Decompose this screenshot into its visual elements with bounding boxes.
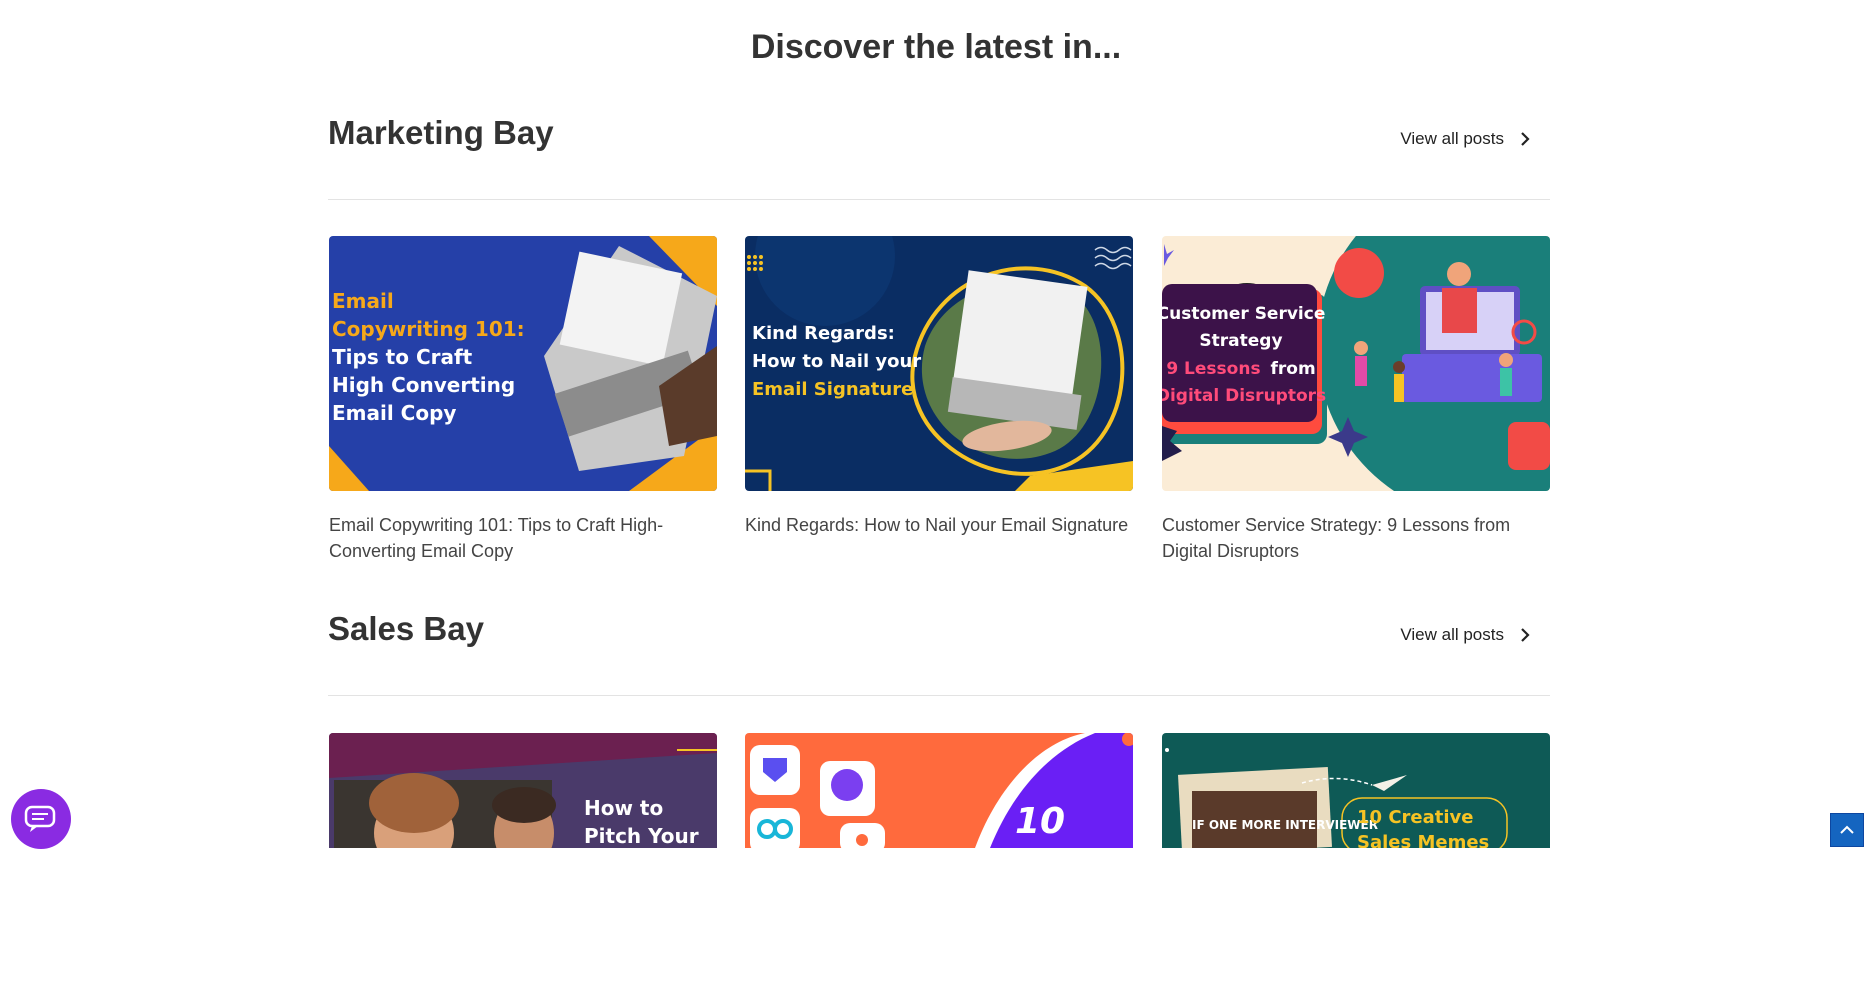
thumb-text: Email Signature: [752, 379, 913, 400]
svg-text:9 Lessons from: 9 Lessons from: [1166, 359, 1315, 379]
post-title[interactable]: Email Copywriting 101: Tips to Craft Hig…: [329, 512, 717, 564]
post-thumbnail[interactable]: Email Copywriting 101: Tips to Craft Hig…: [329, 236, 717, 491]
view-all-posts-link[interactable]: View all posts: [1400, 129, 1532, 149]
section-heading: Sales Bay: [328, 610, 484, 647]
thumb-text: 10: [1015, 801, 1065, 842]
post-card[interactable]: Kind Regards: How to Nail your Email Sig…: [745, 236, 1133, 538]
post-thumbnail[interactable]: 10: [745, 733, 1133, 988]
thumb-text: Sales Memes: [1357, 832, 1489, 848]
arrow-up-icon: [1840, 825, 1854, 834]
post-title[interactable]: Customer Service Strategy: 9 Lessons fro…: [1162, 512, 1550, 564]
section-divider: [328, 695, 1550, 696]
thumb-text: Tips to Craft: [332, 345, 473, 369]
thumb-text: Copywriting 101:: [332, 317, 525, 341]
post-card[interactable]: IF ONE MORE INTERVIEWER 10 Creative Sale…: [1162, 733, 1550, 988]
chevron-right-icon: [1521, 628, 1530, 642]
thumb-text: High Converting: [332, 373, 515, 397]
post-thumbnail[interactable]: IF ONE MORE INTERVIEWER 10 Creative Sale…: [1162, 733, 1550, 988]
thumb-text: Pitch Your: [584, 824, 699, 848]
thumb-text: Kind Regards:: [752, 323, 895, 344]
post-card[interactable]: Email Copywriting 101: Tips to Craft Hig…: [329, 236, 717, 564]
chat-bubble-icon: [24, 805, 56, 832]
thumb-text: from: [1270, 359, 1315, 379]
post-card[interactable]: How to Pitch Your: [329, 733, 717, 988]
post-card[interactable]: Customer Service Strategy 9 Lessons from…: [1162, 236, 1550, 564]
thumb-text: Email Copy: [332, 401, 456, 425]
post-card[interactable]: 10: [745, 733, 1133, 988]
thumb-text: How to: [584, 796, 663, 820]
post-title[interactable]: Kind Regards: How to Nail your Email Sig…: [745, 512, 1133, 538]
section-sales-bay: Sales Bay View all posts How to Pitch Yo…: [328, 610, 1550, 848]
thumb-text: 10 Creative: [1357, 807, 1473, 828]
post-thumbnail[interactable]: Kind Regards: How to Nail your Email Sig…: [745, 236, 1133, 491]
post-thumbnail[interactable]: How to Pitch Your: [329, 733, 717, 988]
scroll-to-top-button[interactable]: [1830, 813, 1864, 847]
thumb-text: 9 Lessons: [1166, 359, 1260, 379]
page-title: Discover the latest in...: [750, 28, 1122, 66]
section-heading: Marketing Bay: [328, 114, 554, 151]
thumb-text: Digital Disruptors: [1162, 386, 1326, 406]
view-all-label: View all posts: [1400, 129, 1504, 148]
thumb-text: How to Nail your: [752, 351, 921, 372]
view-all-posts-link[interactable]: View all posts: [1400, 625, 1532, 645]
thumb-text: Email: [332, 289, 394, 313]
section-divider: [328, 199, 1550, 200]
post-thumbnail[interactable]: Customer Service Strategy 9 Lessons from…: [1162, 236, 1550, 491]
thumb-text: Strategy: [1199, 331, 1282, 351]
chat-launcher-button[interactable]: [11, 789, 71, 849]
thumb-text: Customer Service: [1162, 304, 1325, 324]
thumb-text: IF ONE MORE INTERVIEWER: [1192, 818, 1378, 832]
chevron-right-icon: [1521, 132, 1530, 146]
view-all-label: View all posts: [1400, 625, 1504, 644]
section-marketing-bay: Marketing Bay View all posts Email Copyw…: [328, 114, 1550, 584]
